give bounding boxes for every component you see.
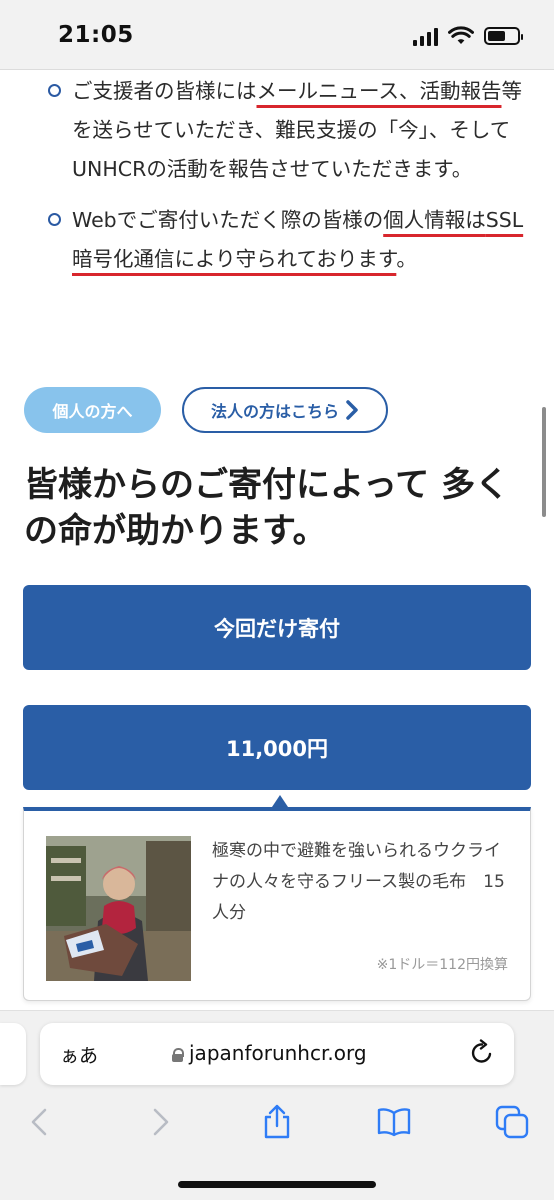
- share-icon[interactable]: [259, 1104, 295, 1140]
- cellular-signal-icon: [413, 26, 438, 46]
- exchange-rate-note: ※1ドル＝112円換算: [376, 957, 508, 973]
- bullet-text: 。: [396, 247, 417, 271]
- text-size-button[interactable]: ぁあ: [60, 1041, 98, 1068]
- bookmarks-icon[interactable]: [376, 1104, 412, 1140]
- bullet-newsletter: ご支援者の皆様にはメールニュース、活動報告等を送らせていただき、難民支援の「今」…: [48, 72, 528, 189]
- bullet-highlight: メールニュース、活動報告: [256, 79, 502, 103]
- impact-card: 極寒の中で避難を強いられるウクライナの人々を守るフリース製の毛布 15人分 ※1…: [23, 807, 531, 1001]
- lock-icon: [172, 1047, 184, 1062]
- bullet-highlight: 個人情報は: [383, 208, 486, 232]
- impact-description: 極寒の中で避難を強いられるウクライナの人々を守るフリース製の毛布 15人分: [212, 841, 505, 923]
- amount-11000-button[interactable]: 11,000円: [23, 705, 531, 790]
- forward-icon[interactable]: [142, 1104, 178, 1140]
- bullet-text: ご支援者の皆様には: [72, 79, 257, 103]
- url-text: japanforunhcr.org: [189, 1041, 367, 1065]
- refugee-photo: [46, 836, 191, 981]
- amount-label: 11,000円: [225, 736, 329, 761]
- status-bar: 21:05: [0, 0, 554, 70]
- one-time-donation-button[interactable]: 今回だけ寄付: [23, 585, 531, 670]
- reload-icon[interactable]: [468, 1039, 496, 1067]
- tab-personal-label: 個人の方へ: [52, 402, 133, 421]
- back-icon[interactable]: [22, 1104, 58, 1140]
- tab-corporate[interactable]: 法人の方はこちら: [182, 387, 388, 433]
- tab-corporate-label: 法人の方はこちら: [210, 402, 339, 421]
- bullet-privacy: Webでご寄付いただく際の皆様の個人情報はSSL暗号化通信により守られております…: [48, 201, 528, 279]
- tabs-icon[interactable]: [494, 1104, 530, 1140]
- url-display[interactable]: japanforunhcr.org: [172, 1041, 367, 1065]
- scrollbar[interactable]: [542, 407, 546, 517]
- home-indicator[interactable]: [178, 1181, 376, 1188]
- browser-chrome: ぁあ japanforunhcr.org: [0, 1010, 554, 1200]
- donation-headline: 皆様からのご寄付によって 多くの命が助かります。: [24, 465, 510, 551]
- info-bullet-list: ご支援者の皆様にはメールニュース、活動報告等を送らせていただき、難民支援の「今」…: [48, 72, 528, 279]
- browser-toolbar: [0, 1096, 554, 1148]
- battery-icon: [484, 27, 523, 45]
- status-icons: [413, 24, 523, 48]
- bullet-text: Webでご寄付いただく際の皆様の: [72, 208, 384, 232]
- tab-personal[interactable]: 個人の方へ: [24, 387, 161, 433]
- impact-pointer: [272, 795, 288, 807]
- one-time-donation-label: 今回だけ寄付: [214, 616, 340, 641]
- status-time: 21:05: [58, 22, 134, 48]
- address-bar[interactable]: ぁあ japanforunhcr.org: [40, 1023, 514, 1085]
- wifi-icon: [448, 26, 474, 44]
- previous-tab-peek[interactable]: [0, 1023, 26, 1085]
- chevron-right-icon: [346, 400, 358, 420]
